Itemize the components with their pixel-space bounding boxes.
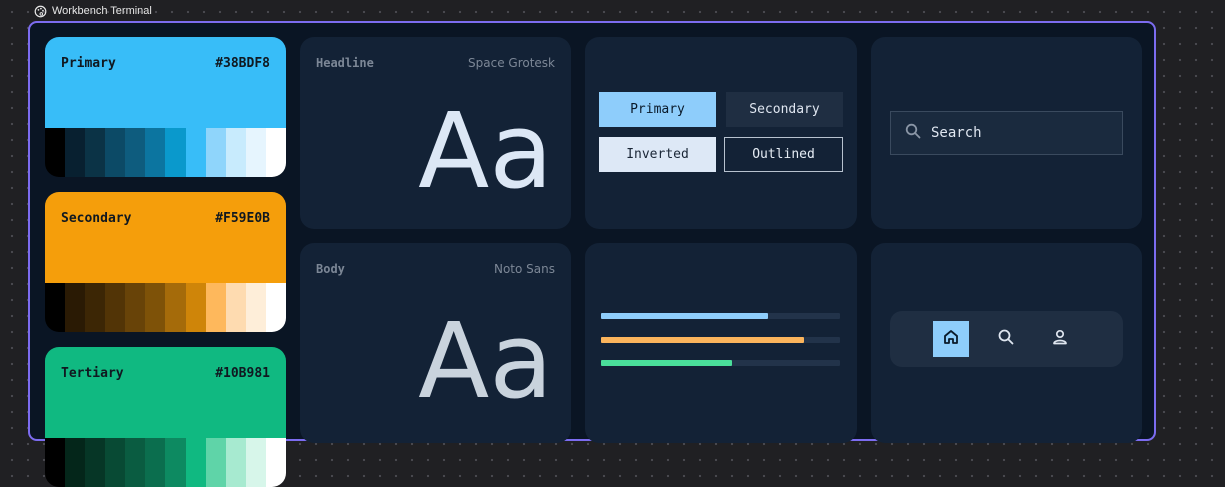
- ramp-step: [265, 283, 286, 332]
- inverted-button[interactable]: Inverted: [599, 137, 716, 172]
- palette-hex: #F59E0B: [215, 211, 270, 226]
- ramp-step: [45, 128, 66, 177]
- search-icon: [905, 123, 921, 143]
- ramp-step: [145, 128, 166, 177]
- ramp-step: [125, 283, 146, 332]
- ramp-step: [85, 283, 106, 332]
- ramp-step: [65, 128, 86, 177]
- palette-card-primary[interactable]: Primary #38BDF8: [45, 37, 286, 177]
- ramp-step: [165, 283, 186, 332]
- type-font-name: Space Grotesk: [468, 56, 555, 70]
- ramp-step: [205, 283, 226, 332]
- ramp-step: [105, 128, 126, 177]
- ramp-step: [105, 438, 126, 487]
- buttons-card: [585, 37, 857, 229]
- ramp-step: [265, 128, 286, 177]
- palette-name: Tertiary: [61, 366, 124, 381]
- palette-card-secondary[interactable]: Secondary #F59E0B: [45, 192, 286, 332]
- palette-header: Tertiary #10B981: [45, 347, 286, 438]
- progress-bar: [601, 313, 840, 319]
- ramp-step: [205, 128, 226, 177]
- nav-profile-button[interactable]: [1042, 321, 1078, 357]
- ramp-step: [245, 438, 266, 487]
- ramp-step: [105, 283, 126, 332]
- outlined-button[interactable]: Outlined: [724, 137, 843, 172]
- ramp-step: [165, 438, 186, 487]
- ramp-step: [185, 128, 206, 177]
- ramp-step: [185, 438, 206, 487]
- search-icon: [997, 328, 1015, 350]
- user-icon: [1051, 328, 1069, 350]
- palette-hex: #38BDF8: [215, 56, 270, 71]
- secondary-button[interactable]: Secondary: [726, 92, 843, 127]
- ramp-step: [45, 438, 66, 487]
- palette-ramp: [45, 283, 286, 332]
- ramp-step: [85, 438, 106, 487]
- primary-button[interactable]: Primary: [599, 92, 716, 127]
- nav-search-button[interactable]: [988, 321, 1024, 357]
- ramp-step: [245, 128, 266, 177]
- search-placeholder: Search: [931, 125, 982, 141]
- progress-fill: [601, 337, 805, 343]
- ramp-step: [65, 283, 86, 332]
- window-titlebar: Workbench Terminal: [34, 3, 152, 19]
- ramp-step: [225, 283, 246, 332]
- progress-card: [585, 243, 857, 443]
- ramp-step: [145, 438, 166, 487]
- type-sample: Aa: [418, 90, 553, 212]
- ramp-step: [85, 128, 106, 177]
- ramp-step: [225, 438, 246, 487]
- bottom-nav-bar: [890, 311, 1123, 367]
- window-title: Workbench Terminal: [52, 5, 152, 17]
- typography-card-headline: Headline Space Grotesk Aa: [300, 37, 571, 229]
- ramp-step: [185, 283, 206, 332]
- search-input[interactable]: Search: [890, 111, 1123, 155]
- type-sample: Aa: [418, 300, 553, 422]
- ramp-step: [225, 128, 246, 177]
- ramp-step: [65, 438, 86, 487]
- progress-fill: [601, 360, 733, 366]
- palette-icon: [34, 5, 47, 18]
- nav-home-button[interactable]: [933, 321, 969, 357]
- ramp-step: [125, 128, 146, 177]
- ramp-step: [265, 438, 286, 487]
- ramp-step: [245, 283, 266, 332]
- progress-bar: [601, 360, 840, 366]
- type-font-name: Noto Sans: [493, 262, 555, 276]
- ramp-step: [45, 283, 66, 332]
- ramp-step: [165, 128, 186, 177]
- palette-ramp: [45, 438, 286, 487]
- palette-header: Secondary #F59E0B: [45, 192, 286, 283]
- palette-ramp: [45, 128, 286, 177]
- progress-bar: [601, 337, 840, 343]
- ramp-step: [125, 438, 146, 487]
- palette-card-tertiary[interactable]: Tertiary #10B981: [45, 347, 286, 487]
- palette-name: Secondary: [61, 211, 132, 226]
- type-role-label: Body: [316, 262, 345, 276]
- palette-name: Primary: [61, 56, 116, 71]
- typography-card-body: Body Noto Sans Aa: [300, 243, 571, 443]
- ramp-step: [145, 283, 166, 332]
- palette-header: Primary #38BDF8: [45, 37, 286, 128]
- progress-fill: [601, 313, 769, 319]
- palette-hex: #10B981: [215, 366, 270, 381]
- home-icon: [942, 328, 960, 350]
- ramp-step: [205, 438, 226, 487]
- type-role-label: Headline: [316, 56, 374, 70]
